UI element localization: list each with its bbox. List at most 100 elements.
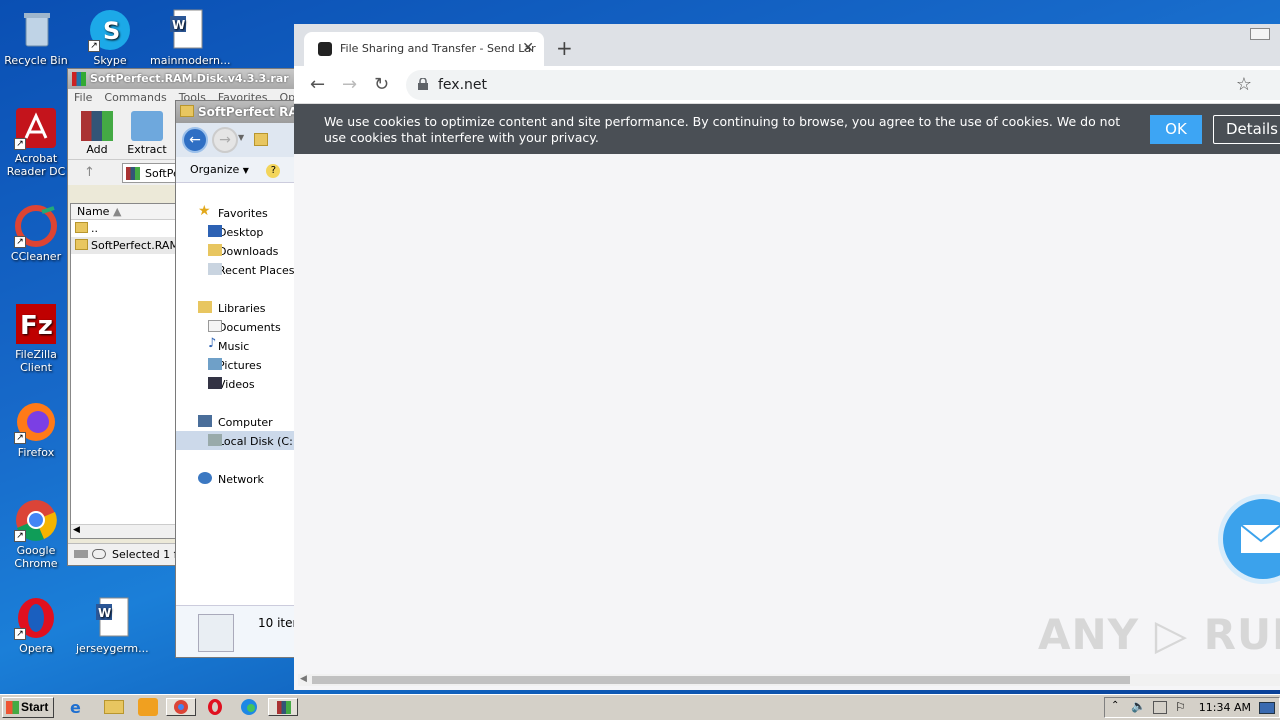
- cookie-details-button[interactable]: Details: [1213, 115, 1280, 144]
- windows-logo-icon: [6, 701, 19, 714]
- desktop-icon-word-doc[interactable]: W mainmodern...: [150, 8, 230, 67]
- page-content: We use cookies to optimize content and s…: [294, 104, 1280, 690]
- opera-taskbar-icon[interactable]: [206, 698, 226, 716]
- desktop-icon-filezilla[interactable]: Fz FileZilla Client: [0, 302, 72, 374]
- desktop-icon-firefox[interactable]: ↗ Firefox: [0, 400, 72, 459]
- tree-item-recent-places[interactable]: Recent Places: [176, 260, 298, 279]
- explorer-window[interactable]: SoftPerfect RAM ← → ▼ Organize ▼ ? ★ Favo…: [175, 100, 300, 658]
- address-folder-icon[interactable]: [254, 133, 268, 146]
- tree-item-pictures[interactable]: Pictures: [176, 355, 298, 374]
- bookmark-star-icon[interactable]: ☆: [1236, 74, 1252, 95]
- up-arrow-icon[interactable]: ↑: [84, 165, 95, 180]
- extract-folder-icon: [131, 111, 163, 141]
- menu-commands[interactable]: Commands: [104, 91, 166, 105]
- help-icon[interactable]: ?: [266, 164, 281, 178]
- back-icon[interactable]: ←: [182, 127, 208, 153]
- navigation-tree: ★ Favorites Desktop Downloads Recent Plac…: [176, 197, 298, 488]
- extract-button[interactable]: Extract: [126, 111, 168, 156]
- tree-item-music[interactable]: ♪ Music: [176, 336, 298, 355]
- tree-item-label: Favorites: [218, 207, 268, 220]
- winrar-taskbar-icon[interactable]: [268, 698, 298, 716]
- desktop-icon-recycle-bin[interactable]: Recycle Bin: [0, 8, 72, 67]
- show-desktop-icon[interactable]: [1259, 702, 1275, 714]
- new-tab-icon[interactable]: +: [556, 36, 573, 60]
- desktop-icon-chrome[interactable]: ↗ Google Chrome: [0, 498, 72, 570]
- opera-icon: ↗: [14, 596, 58, 640]
- recycle-bin-icon: [14, 8, 58, 52]
- tree-item-label: Music: [218, 340, 250, 353]
- tree-item-label: Recent Places: [218, 264, 295, 277]
- desktop-icon-opera[interactable]: ↗ Opera: [0, 596, 72, 655]
- explorer-navbar: ← → ▼: [176, 123, 296, 157]
- tab-fex[interactable]: File Sharing and Transfer - Send Lar ✕: [304, 32, 544, 66]
- forward-icon[interactable]: →: [212, 127, 238, 153]
- column-header-name[interactable]: Name ▲: [71, 204, 177, 220]
- taskbar: Start e ⌃ 🔈 ⚐ 11:34 AM: [0, 694, 1280, 720]
- horizontal-scrollbar[interactable]: ◀: [71, 524, 177, 538]
- back-icon[interactable]: ←: [310, 74, 325, 95]
- filezilla-icon: Fz: [14, 302, 58, 346]
- word-document-icon: W: [164, 8, 208, 52]
- cookie-ok-button[interactable]: OK: [1150, 115, 1202, 144]
- organize-button[interactable]: Organize ▼: [190, 163, 249, 176]
- path-field[interactable]: SoftPe: [122, 163, 182, 183]
- action-center-flag-icon[interactable]: ⚐: [1175, 700, 1186, 714]
- chrome-taskbar-icon[interactable]: [166, 698, 196, 716]
- file-explorer-icon[interactable]: [104, 700, 124, 714]
- address-bar[interactable]: fex.net ☆: [406, 70, 1280, 100]
- tree-item-libraries[interactable]: Libraries: [176, 298, 298, 317]
- pictures-icon: [208, 358, 222, 370]
- clock[interactable]: 11:34 AM: [1199, 701, 1251, 714]
- tree-item-documents[interactable]: Documents: [176, 317, 298, 336]
- close-tab-icon[interactable]: ✕: [522, 40, 534, 56]
- mail-button[interactable]: [1218, 494, 1280, 584]
- start-button[interactable]: Start: [2, 697, 54, 718]
- tree-item-videos[interactable]: Videos: [176, 374, 298, 393]
- acrobat-icon: ↗: [14, 106, 58, 150]
- desktop-icon-acrobat[interactable]: ↗ Acrobat Reader DC: [0, 106, 72, 178]
- tree-item-desktop[interactable]: Desktop: [176, 222, 298, 241]
- add-button[interactable]: Add: [76, 111, 118, 156]
- minimize-button[interactable]: [1240, 24, 1280, 42]
- tab-strip: File Sharing and Transfer - Send Lar ✕ +: [294, 24, 1280, 66]
- chevron-down-icon[interactable]: ▼: [238, 133, 244, 142]
- tree-item-label: Computer: [218, 416, 273, 429]
- winrar-app-icon: [72, 72, 86, 86]
- extract-label: Extract: [127, 143, 167, 156]
- internet-explorer-icon[interactable]: e: [70, 698, 90, 717]
- explorer-titlebar[interactable]: SoftPerfect RAM: [176, 101, 296, 123]
- start-label: Start: [21, 700, 49, 714]
- tree-item-favorites[interactable]: ★ Favorites: [176, 203, 298, 222]
- winrar-file-list[interactable]: Name ▲ .. SoftPerfect.RAM ◀: [70, 203, 178, 539]
- network-tray-icon[interactable]: [1153, 701, 1167, 714]
- cookie-banner: We use cookies to optimize content and s…: [294, 104, 1280, 154]
- folder-icon: [180, 105, 194, 117]
- downloads-folder-icon: [208, 244, 222, 256]
- tree-item-downloads[interactable]: Downloads: [176, 241, 298, 260]
- explorer-commandbar: Organize ▼ ?: [176, 157, 296, 183]
- winrar-title: SoftPerfect.RAM.Disk.v4.3.3.rar: [90, 72, 289, 85]
- tree-item-local-disk[interactable]: Local Disk (C:: [176, 431, 298, 450]
- forward-icon[interactable]: →: [342, 74, 357, 95]
- chrome-window[interactable]: File Sharing and Transfer - Send Lar ✕ +…: [294, 24, 1280, 690]
- horizontal-scrollbar[interactable]: ◀: [298, 674, 1280, 686]
- show-hidden-icons-icon[interactable]: ⌃: [1111, 700, 1119, 711]
- desktop-icon-ccleaner[interactable]: ↗ CCleaner: [0, 204, 72, 263]
- scrollbar-thumb[interactable]: [312, 676, 1130, 684]
- music-icon: ♪: [208, 336, 217, 351]
- list-item[interactable]: ..: [71, 220, 177, 237]
- menu-file[interactable]: File: [74, 91, 92, 105]
- tree-item-network[interactable]: Network: [176, 469, 298, 488]
- volume-icon[interactable]: 🔈: [1131, 699, 1146, 713]
- reload-icon[interactable]: ↻: [374, 74, 389, 95]
- list-item[interactable]: SoftPerfect.RAM: [71, 237, 177, 254]
- desktop-icon-word-doc-2[interactable]: W jerseygerm...: [76, 596, 149, 655]
- tree-item-computer[interactable]: Computer: [176, 412, 298, 431]
- scroll-left-icon[interactable]: ◀: [300, 674, 307, 684]
- scroll-left-icon[interactable]: ◀: [73, 525, 80, 535]
- edge-taskbar-icon[interactable]: [240, 698, 260, 716]
- winrar-titlebar[interactable]: SoftPerfect.RAM.Disk.v4.3.3.rar: [68, 69, 296, 89]
- tree-item-label: Documents: [218, 321, 281, 334]
- media-player-icon[interactable]: [138, 698, 158, 716]
- desktop-icon-skype[interactable]: S ↗ Skype: [74, 8, 146, 67]
